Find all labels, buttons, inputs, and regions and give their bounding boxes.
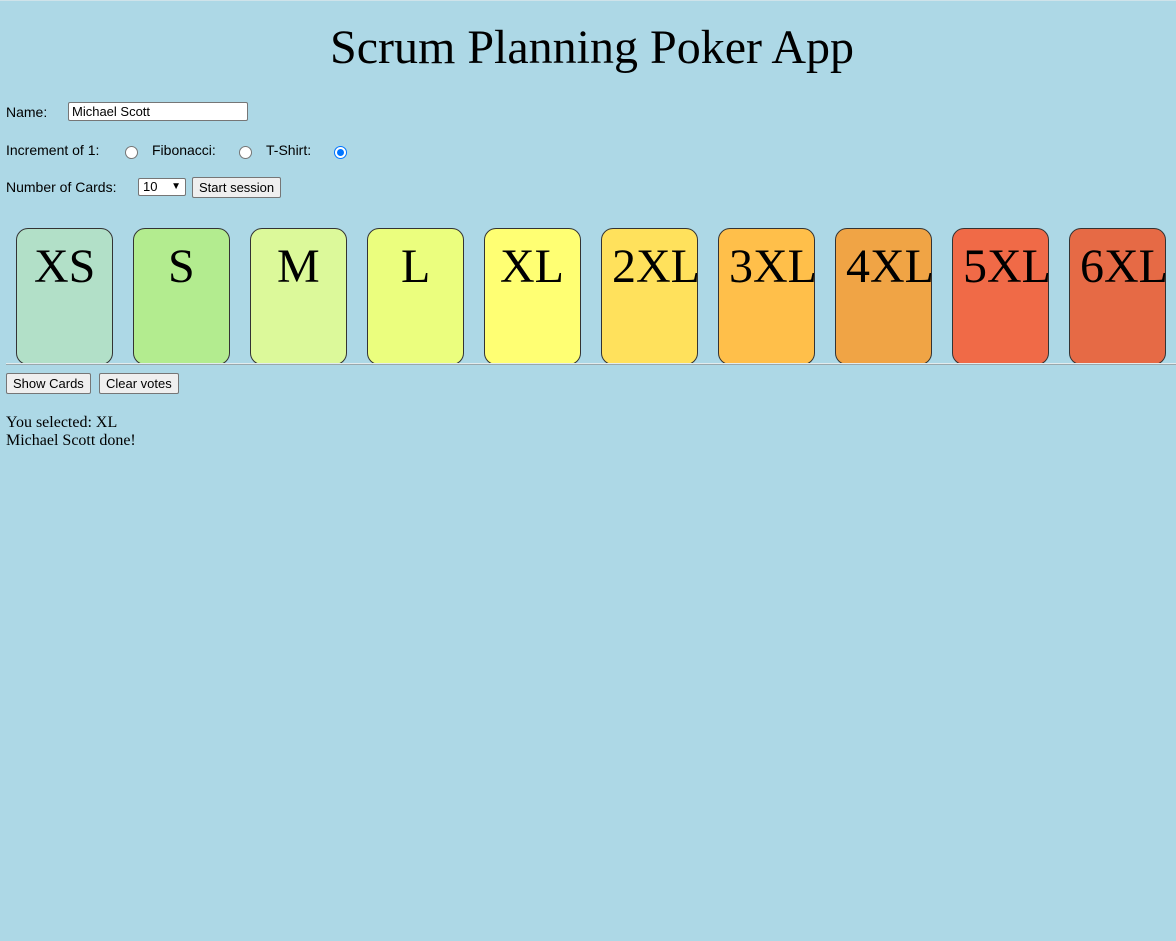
card-m[interactable]: M: [250, 228, 347, 365]
card-2xl[interactable]: 2XL: [601, 228, 698, 365]
card-label: 4XL: [846, 240, 932, 293]
card-label: 6XL: [1080, 240, 1166, 293]
tshirt-label: T-Shirt:: [266, 142, 312, 158]
count-label: Number of Cards:: [6, 179, 117, 195]
card-s[interactable]: S: [133, 228, 230, 365]
card-label: 2XL: [612, 240, 698, 293]
fibonacci-radio[interactable]: [239, 146, 252, 159]
card-5xl[interactable]: 5XL: [952, 228, 1049, 365]
top-border: [0, 0, 1176, 1]
name-label: Name:: [6, 104, 48, 120]
card-label: 5XL: [963, 240, 1049, 293]
card-l[interactable]: L: [367, 228, 464, 365]
clear-votes-button[interactable]: Clear votes: [99, 373, 179, 394]
card-label: XL: [500, 240, 564, 293]
name-input[interactable]: [68, 102, 248, 121]
card-label: S: [168, 240, 195, 293]
card-xl[interactable]: XL: [484, 228, 581, 365]
card-xs[interactable]: XS: [16, 228, 113, 365]
increment-radio[interactable]: [125, 146, 138, 159]
card-label: M: [277, 240, 320, 293]
divider: [6, 363, 1176, 365]
card-3xl[interactable]: 3XL: [718, 228, 815, 365]
start-session-button[interactable]: Start session: [192, 177, 282, 198]
increment-label: Increment of 1:: [6, 142, 100, 158]
done-text: Michael Scott done!: [6, 432, 136, 449]
chevron-down-icon: ▼: [171, 181, 181, 192]
page-title: Scrum Planning Poker App: [330, 21, 854, 74]
card-label: 3XL: [729, 240, 815, 293]
card-count-value: 10: [143, 179, 158, 194]
tshirt-radio[interactable]: [334, 146, 347, 159]
fibonacci-label: Fibonacci:: [152, 142, 216, 158]
card-label: L: [401, 240, 431, 293]
show-cards-button[interactable]: Show Cards: [6, 373, 91, 394]
card-count-select[interactable]: 10 ▼: [138, 178, 186, 196]
card-6xl[interactable]: 6XL: [1069, 228, 1166, 365]
status-area: You selected: XL Michael Scott done!: [6, 414, 136, 450]
card-label: XS: [34, 240, 96, 293]
selected-text: You selected: XL: [6, 414, 118, 431]
card-deck: XS S M L XL 2XL 3XL 4XL 5XL 6XL: [16, 228, 1176, 365]
card-4xl[interactable]: 4XL: [835, 228, 932, 365]
